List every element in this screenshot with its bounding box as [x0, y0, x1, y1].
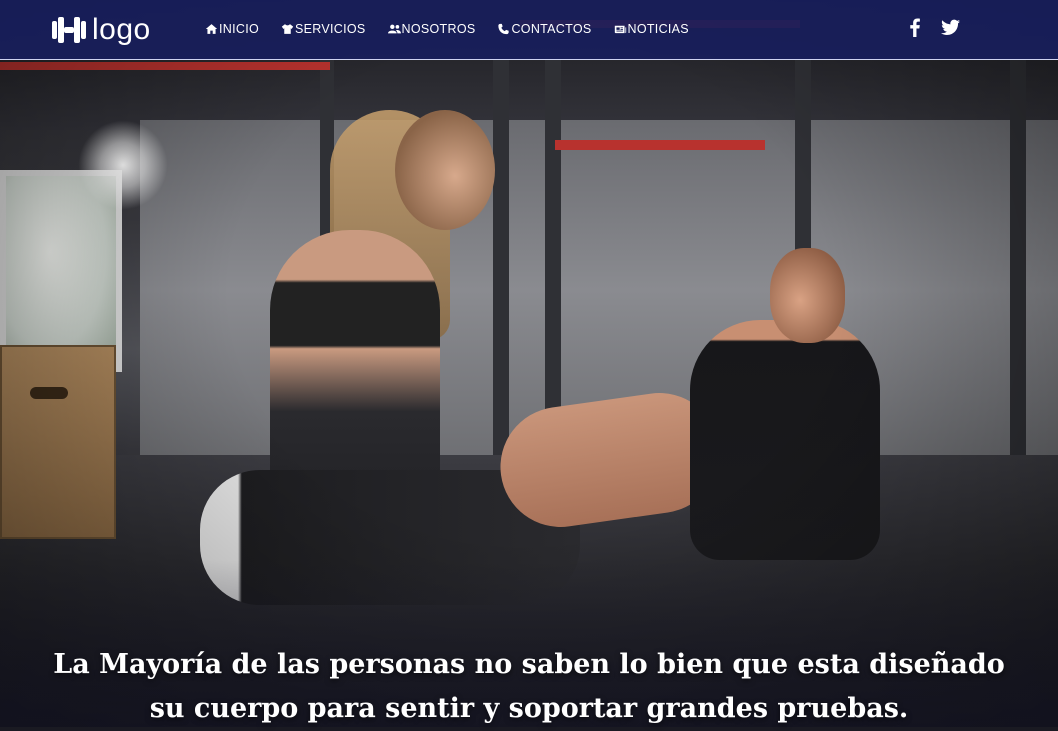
facebook-icon	[910, 18, 920, 37]
hero-caption-line-2: su cuerpo para sentir y soportar grandes…	[149, 693, 909, 724]
home-icon	[205, 24, 218, 34]
phone-icon	[498, 23, 510, 35]
hero-caption-line-1: La Mayoría de las personas no saben lo b…	[53, 649, 1005, 680]
twitter-icon	[941, 19, 960, 35]
hero-image	[0, 0, 1058, 727]
nav-nosotros[interactable]: NOSOTROS	[387, 22, 476, 36]
newspaper-icon	[614, 25, 626, 34]
nav-inicio[interactable]: INICIO	[205, 22, 259, 36]
nav-contactos[interactable]: CONTACTOS	[497, 22, 591, 36]
main-nav: INICIO SERVICIOS NOSOTROS CONTACTOS NOTI…	[205, 22, 711, 36]
nav-servicios[interactable]: SERVICIOS	[281, 22, 366, 36]
shirt-icon	[281, 24, 294, 34]
nav-noticias[interactable]: NOTICIAS	[614, 22, 689, 36]
nav-label: NOSOTROS	[401, 22, 476, 36]
twitter-link[interactable]	[941, 18, 960, 37]
social-links	[906, 18, 960, 37]
facebook-link[interactable]	[906, 18, 925, 37]
brand-logo[interactable]: logo	[50, 12, 151, 48]
nav-label: CONTACTOS	[511, 22, 592, 36]
nav-label: INICIO	[219, 22, 259, 36]
hero-caption: La Mayoría de las personas no saben lo b…	[0, 643, 1058, 731]
dumbbell-h-icon	[50, 15, 88, 45]
nav-label: NOTICIAS	[627, 22, 689, 36]
users-icon	[387, 24, 401, 34]
logo-text: logo	[92, 13, 151, 46]
navbar: logo INICIO SERVICIOS NOSOTROS CONTACTOS…	[0, 0, 1058, 60]
nav-label: SERVICIOS	[295, 22, 366, 36]
